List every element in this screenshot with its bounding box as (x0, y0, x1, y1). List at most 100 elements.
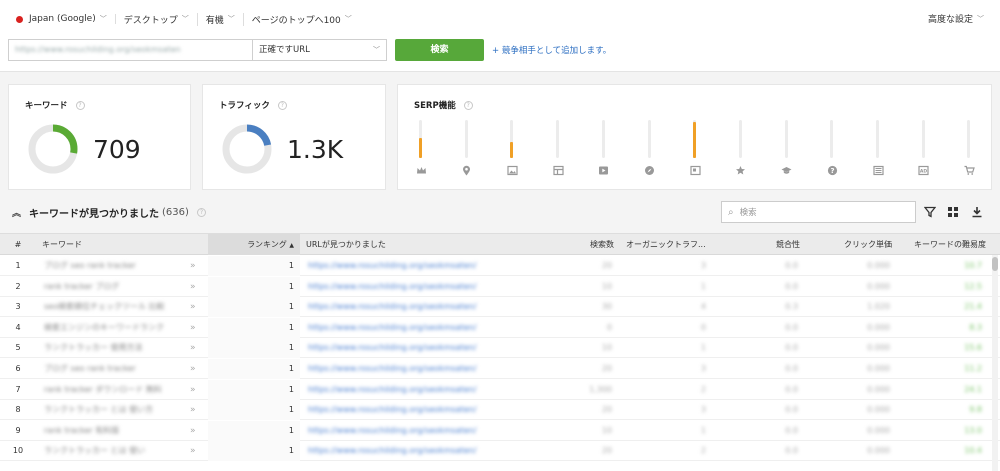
expand-chevron-icon[interactable]: » (190, 400, 196, 420)
scrollbar-thumb[interactable] (992, 257, 998, 271)
col-url[interactable]: URLが見つかりました (300, 234, 528, 255)
table-row[interactable]: 8 ランクトラッカー とは 使い方 1 https://www.rosuchildin… (0, 400, 1000, 421)
cell-traffic: 3 (700, 405, 706, 415)
col-competition[interactable]: 競合性 (714, 234, 806, 255)
serp-feature-featured-snippet[interactable] (688, 120, 702, 182)
advanced-settings-button[interactable]: 高度な設定 ﹀ (928, 12, 984, 26)
col-cpc[interactable]: クリック単価 (806, 234, 898, 255)
cell-competition: 0.3 (785, 302, 798, 312)
add-competitor-link[interactable]: + 競争相手として追加します。 (492, 44, 611, 56)
expand-chevron-icon[interactable]: » (190, 277, 196, 297)
serp-bar-track (830, 120, 834, 158)
cell-traffic: 4 (700, 302, 706, 312)
cell-keyword: rank tracker 有料版 (44, 425, 120, 435)
cell-index: 7 (15, 384, 21, 394)
cell-keyword: 検索エンジンのキーワードランク (44, 322, 164, 332)
grid-view-icon[interactable] (946, 205, 960, 219)
cell-traffic: 1 (700, 343, 706, 353)
cell-url[interactable]: https://www.rosuchilding.org/seokmsaten/ (300, 400, 528, 420)
search-button[interactable]: 検索 (395, 39, 484, 61)
cell-url[interactable]: https://www.rosuchilding.org/seokmsaten/ (300, 256, 528, 276)
cell-traffic: 3 (700, 364, 706, 373)
layout-icon (551, 163, 565, 177)
cell-difficulty: 10.7 (964, 261, 982, 270)
serp-feature-image[interactable] (505, 120, 519, 182)
table-scrollbar[interactable] (992, 255, 998, 471)
table-row[interactable]: 6 ブログ seo rank tracker 1 https://www.rosuch… (0, 359, 1000, 379)
table-row[interactable]: 4 検索エンジンのキーワードランク 1 https://www.rosuchildin… (0, 317, 1000, 338)
col-volume[interactable]: 検索数 (528, 234, 620, 255)
cell-volume: 20 (601, 446, 612, 456)
japan-flag-icon (16, 15, 23, 23)
expand-chevron-icon[interactable]: » (190, 359, 196, 379)
cell-url[interactable]: https://www.rosuchilding.org/seokmsaten/ (300, 359, 528, 379)
expand-chevron-icon[interactable]: » (190, 421, 196, 441)
serp-feature-compass[interactable] (643, 120, 657, 182)
cell-url[interactable]: https://www.rosuchilding.org/seokmsaten/ (300, 421, 528, 441)
expand-chevron-icon[interactable]: » (190, 297, 196, 317)
serp-feature-graduation-cap[interactable] (780, 120, 794, 182)
serp-feature-ad[interactable]: AD (917, 120, 931, 182)
serp-bar-track (647, 120, 651, 158)
table-row[interactable]: 2 rank tracker ブログ 1 https://www.rosuchildi… (0, 276, 1000, 297)
serp-feature-shopping-cart[interactable] (962, 120, 976, 182)
cell-cpc: 0.000 (867, 281, 890, 291)
url-input[interactable]: https://www.rosuchilding.org/seokmsaten (8, 39, 252, 61)
match-mode-select[interactable]: 正確ですURL ﹀ (252, 39, 387, 61)
cell-url[interactable]: https://www.rosuchilding.org/seokmsaten/ (300, 297, 528, 317)
keywords-donut (28, 124, 78, 174)
col-difficulty[interactable]: キーワードの難易度 (898, 234, 992, 255)
col-keyword[interactable]: キーワード (36, 234, 208, 255)
expand-chevron-icon[interactable]: » (190, 318, 196, 338)
filter-type[interactable]: 有機 ﹀ (206, 12, 244, 26)
table-row[interactable]: 1 ブログ seo rank tracker 1 https://www.rosuch… (0, 256, 1000, 276)
serp-feature-star[interactable] (734, 120, 748, 182)
serp-bar-fill (693, 121, 697, 158)
col-ranking[interactable]: ランキング ▲ (208, 234, 300, 255)
cell-cpc: 0.000 (867, 343, 890, 353)
expand-chevron-icon[interactable]: » (190, 338, 196, 358)
serp-feature-question[interactable]: ? (825, 120, 839, 182)
serp-feature-news[interactable] (871, 120, 885, 182)
help-icon[interactable]: ? (75, 100, 85, 110)
serp-feature-video[interactable] (597, 120, 611, 182)
cell-url[interactable]: https://www.rosuchilding.org/seokmsaten/ (300, 380, 528, 400)
col-index: # (14, 240, 22, 249)
table-row[interactable]: 9 rank tracker 有料版 1 https://www.rosuchildi… (0, 420, 1000, 441)
crown-icon (414, 163, 428, 177)
table-row[interactable]: 7 rank tracker ダウンロード 無料 1 https://www.rosu… (0, 379, 1000, 400)
table-search-placeholder: 検索 (739, 208, 757, 218)
cell-url[interactable]: https://www.rosuchilding.org/seokmsaten/ (300, 318, 528, 338)
top-bar: Japan (Google) ﹀ デスクトップ ﹀ 有機 ﹀ ページのトップへ1… (0, 0, 1000, 72)
filter-device[interactable]: デスクトップ ﹀ (124, 12, 198, 26)
cell-url[interactable]: https://www.rosuchilding.org/seokmsaten/ (300, 441, 528, 461)
table-row[interactable]: 5 ランクトラッカー 使用方法 1 https://www.rosuchilding.… (0, 338, 1000, 359)
chevron-down-icon: ﹀ (227, 15, 235, 23)
col-traffic[interactable]: オーガニックトラフ... (620, 234, 714, 255)
expand-chevron-icon[interactable]: » (190, 256, 196, 276)
filter-depth[interactable]: ページのトップへ100 ﹀ (252, 13, 360, 26)
table-search-input[interactable]: ⌕ 検索 (721, 201, 916, 223)
cell-difficulty: 8.3 (969, 322, 982, 332)
serp-feature-layout[interactable] (551, 120, 565, 182)
cell-index: 2 (15, 281, 21, 291)
filter-icon[interactable] (923, 205, 937, 219)
help-icon[interactable]: ? (463, 100, 473, 110)
expand-chevron-icon[interactable]: » (190, 441, 196, 461)
cell-url[interactable]: https://www.rosuchilding.org/seokmsaten/ (300, 338, 528, 358)
serp-feature-crown[interactable] (414, 120, 428, 182)
filter-location[interactable]: Japan (Google) ﹀ (16, 14, 116, 24)
help-icon[interactable]: ? (196, 208, 206, 217)
serp-feature-map-pin[interactable] (460, 120, 474, 182)
help-icon[interactable]: ? (277, 100, 287, 110)
cell-url[interactable]: https://www.rosuchilding.org/seokmsaten/ (300, 277, 528, 297)
download-icon[interactable] (970, 205, 984, 219)
cell-competition: 0.0 (785, 405, 798, 415)
table-row[interactable]: 10 ランクトラッカー とは 使い 1 https://www.rosuchildin… (0, 441, 1000, 462)
expand-chevron-icon[interactable]: » (190, 380, 196, 400)
cell-traffic: 1 (700, 425, 706, 435)
serp-features-chart: ? AD (414, 120, 975, 182)
collapse-icon[interactable]: ︽ (12, 206, 21, 219)
sort-asc-icon: ▲ (289, 242, 294, 249)
table-row[interactable]: 3 seo検索順位チェックツール 比較 1 https://www.rosuchild… (0, 297, 1000, 318)
